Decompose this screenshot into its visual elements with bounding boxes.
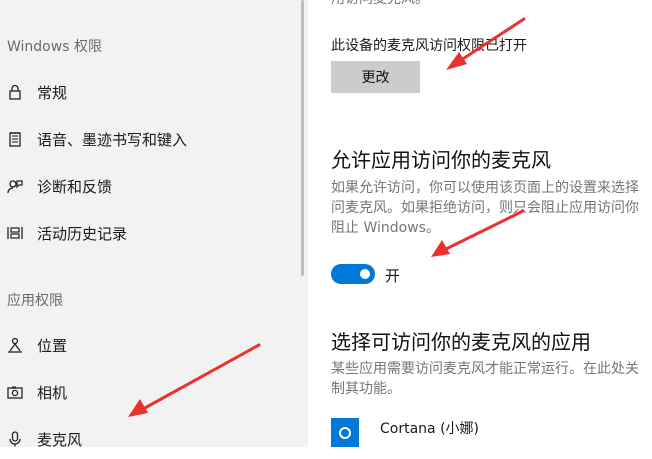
sidebar-item-location[interactable]: 位置 [0, 325, 300, 365]
sidebar-item-label: 麦克风 [37, 430, 83, 449]
sidebar: Windows 权限 常规 语音、墨迹书写和键入 诊断和反馈 活动历史记录 应用… [0, 0, 308, 449]
sidebar-item-camera[interactable]: 相机 [0, 372, 300, 412]
sidebar-item-activity-history[interactable]: 活动历史记录 [0, 213, 300, 253]
allow-access-toggle[interactable] [331, 264, 375, 284]
allow-apps-heading: 允许应用访问你的麦克风 [331, 148, 551, 172]
camera-icon [7, 386, 23, 399]
allow-description-line-3: 阻止 Windows。 [331, 220, 440, 236]
sidebar-item-label: 诊断和反馈 [37, 177, 113, 196]
feedback-person-icon [7, 180, 23, 194]
cortana-ring-icon [339, 426, 351, 439]
sidebar-item-diagnostics-feedback[interactable]: 诊断和反馈 [0, 166, 300, 206]
sidebar-item-label: 相机 [37, 383, 68, 402]
sidebar-item-label: 位置 [37, 336, 68, 355]
section-header-windows-permissions: Windows 权限 [7, 39, 102, 55]
choose-description-line-2: 制其功能。 [331, 381, 401, 397]
sidebar-item-label: 常规 [37, 83, 68, 102]
app-name-cortana: Cortana (小娜) [380, 421, 479, 437]
sidebar-scrollbar[interactable] [301, 0, 304, 276]
location-person-icon [8, 337, 22, 353]
toggle-knob [360, 269, 370, 279]
microphone-icon [9, 431, 21, 447]
cortana-app-icon [331, 418, 359, 447]
toggle-state-label: 开 [385, 267, 401, 285]
sidebar-item-label: 语音、墨迹书写和键入 [37, 130, 188, 149]
main-content: 用访问麦克风。 此设备的麦克风访问权限已打开 更改 允许应用访问你的麦克风 如果… [308, 0, 652, 447]
sidebar-item-label: 活动历史记录 [37, 224, 128, 243]
notepad-icon [9, 132, 21, 147]
sidebar-item-microphone[interactable]: 麦克风 [0, 419, 300, 459]
device-access-status: 此设备的麦克风访问权限已打开 [331, 38, 527, 54]
lock-icon [9, 84, 21, 100]
section-header-app-permissions: 应用权限 [7, 293, 63, 309]
choose-apps-heading: 选择可访问你的麦克风的应用 [331, 330, 591, 354]
change-button[interactable]: 更改 [331, 61, 420, 93]
sidebar-item-speech-inking-typing[interactable]: 语音、墨迹书写和键入 [0, 119, 300, 159]
clipped-description: 用访问麦克风。 [331, 0, 429, 11]
sidebar-item-general[interactable]: 常规 [0, 72, 300, 112]
timeline-icon [7, 227, 23, 239]
